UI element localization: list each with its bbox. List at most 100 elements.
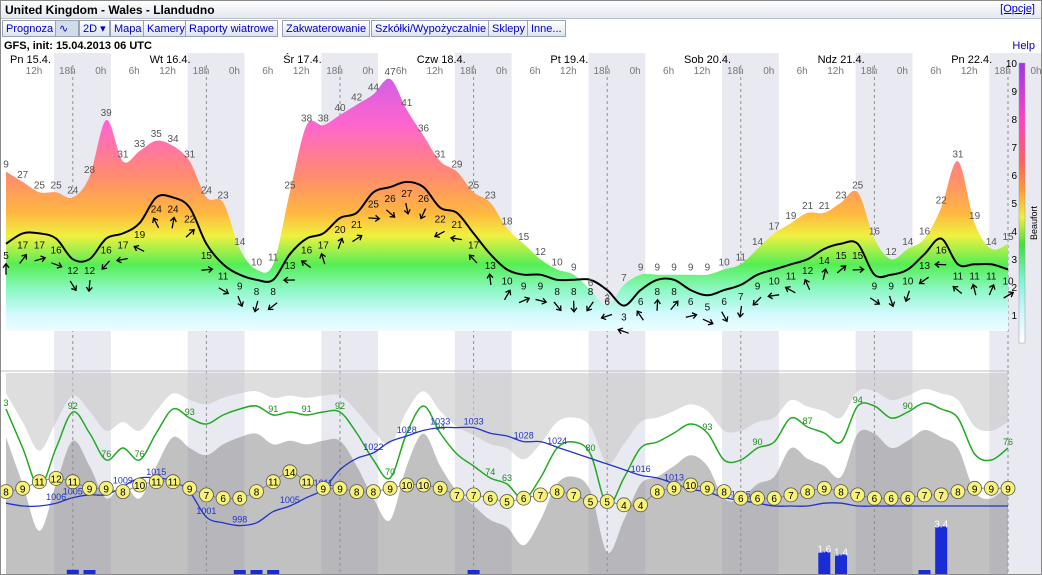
wind-speed-label: 6 (688, 297, 694, 308)
arrow-shaft (852, 268, 863, 271)
gust-label: 25 (284, 180, 296, 191)
tab-zakwaterowanie[interactable]: Zakwaterowanie (282, 20, 371, 37)
day-label: Ndz 21.4. (818, 54, 865, 66)
temperature-label: 7 (788, 491, 794, 502)
temperature-label: 11 (151, 478, 162, 489)
hour-label: 18h (861, 66, 878, 77)
tab-prognoza[interactable]: Prognoza (2, 20, 58, 37)
day-label: Pn 22.4. (951, 54, 992, 66)
wind-speed-label: 20 (334, 225, 346, 236)
beaufort-tick-label: 1 (1011, 311, 1017, 322)
tab-sklepy[interactable]: Sklepy (488, 20, 530, 37)
tab-kamery[interactable]: Kamery (143, 20, 189, 37)
wind-speed-label: 8 (655, 287, 661, 298)
tab-2d-dropdown[interactable]: 2D ▾ (79, 20, 110, 37)
wind-speed-label: 12 (84, 266, 96, 277)
wind-speed-label: 10 (769, 277, 781, 288)
gust-label: 14 (752, 237, 764, 248)
temperature-label: 8 (354, 488, 360, 499)
location-title: United Kingdom - Wales - Llandudno (5, 3, 215, 17)
wind-speed-label: 19 (134, 230, 146, 241)
wind-speed-label: 12 (67, 266, 79, 277)
hour-label: 12h (560, 66, 577, 77)
gust-label: 40 (334, 103, 346, 114)
hour-label: 12h (426, 66, 443, 77)
gust-label: 31 (435, 149, 447, 160)
tab-inne[interactable]: Inne... (527, 20, 566, 37)
hour-label: 0h (1030, 66, 1041, 77)
wind-speed-label: 24 (167, 204, 179, 215)
wind-speed-label: 17 (34, 240, 46, 251)
wind-speed-label: 12 (802, 266, 814, 277)
wind-speed-label: 16 (936, 246, 948, 257)
beaufort-tick-label: 3 (1011, 255, 1017, 266)
gust-label: 27 (17, 170, 29, 181)
wind-speed-label: 10 (902, 277, 914, 288)
gust-label: 9 (3, 160, 9, 171)
temperature-label: 7 (571, 491, 577, 502)
hour-label: 6h (262, 66, 273, 77)
temperature-label: 11 (301, 478, 312, 489)
temperature-label: 10 (418, 481, 430, 492)
beaufort-unit-label: Beaufort (1029, 205, 1039, 240)
temperature-label: 4 (621, 501, 627, 512)
wind-speed-label: 27 (401, 189, 413, 200)
gust-label: 18 (501, 216, 513, 227)
temperature-label: 7 (855, 491, 861, 502)
tab-bar: Prognoza ∿ 2D ▾ Mapa Kamery Raporty wiat… (1, 19, 1041, 38)
tab-raporty-wiatrowe[interactable]: Raporty wiatrowe (185, 20, 278, 37)
tab-szkolki[interactable]: Szkółki/Wypożyczalnie (371, 20, 491, 37)
wind-speed-label: 9 (888, 282, 894, 293)
pressure-label: 1028 (514, 431, 534, 441)
wind-speed-label: 22 (435, 215, 447, 226)
hour-label: 0h (95, 66, 106, 77)
pressure-label: 1022 (363, 442, 383, 452)
wind-speed-label: 17 (468, 240, 480, 251)
wind-speed-label: 26 (418, 194, 430, 205)
wind-speed-label: 8 (671, 287, 677, 298)
gust-label: 36 (418, 124, 430, 135)
precipitation-bar (935, 526, 948, 574)
temperature-label: 9 (187, 484, 193, 495)
gust-label: 16 (919, 227, 931, 238)
hour-label: 18h (193, 66, 210, 77)
gust-label: 42 (351, 93, 363, 104)
gust-label: 38 (301, 113, 313, 124)
precipitation-bar (267, 570, 280, 574)
arrow-shaft (368, 217, 379, 220)
wind-speed-label: 9 (755, 282, 761, 293)
temperature-label: 8 (805, 488, 811, 499)
hour-label: 12h (694, 66, 711, 77)
temperature-label: 9 (321, 484, 327, 495)
temperature-label: 12 (51, 474, 63, 485)
help-link[interactable]: Help (1012, 40, 1035, 52)
pressure-label: 1024 (547, 436, 567, 446)
wind-speed-label: 8 (571, 287, 577, 298)
gust-label: 15 (518, 232, 530, 243)
precipitation-bar (83, 570, 96, 574)
precipitation-bar (918, 570, 931, 574)
beaufort-tick-label: 2 (1011, 283, 1017, 294)
pressure-label: 1016 (631, 464, 651, 474)
tab-graph-icon[interactable]: ∿ (55, 20, 79, 37)
gust-label: 11 (268, 252, 279, 263)
gust-label: 16 (869, 227, 881, 238)
chevron-down-icon: ▾ (100, 23, 106, 35)
gust-label: 25 (34, 180, 46, 191)
hour-label: 12h (26, 66, 43, 77)
gust-label: 9 (571, 263, 577, 274)
gust-label: 21 (802, 201, 814, 212)
windguru-window: United Kingdom - Wales - Llandudno [Opcj… (0, 0, 1042, 575)
hour-label: 0h (229, 66, 240, 77)
lower-panel: 3679276769391919270947463806193908794907… (1, 373, 1016, 574)
temperature-label: 4 (638, 501, 644, 512)
options-link[interactable]: [Opcje] (1000, 3, 1035, 15)
gust-label: 31 (117, 149, 129, 160)
temperature-label: 11 (68, 478, 79, 489)
wind-speed-label: 17 (318, 240, 330, 251)
tab-mapa[interactable]: Mapa (110, 20, 146, 37)
temperature-label: 8 (371, 488, 377, 499)
beaufort-tick-label: 4 (1011, 227, 1017, 238)
temperature-label: 9 (387, 484, 393, 495)
temperature-label: 10 (401, 481, 413, 492)
